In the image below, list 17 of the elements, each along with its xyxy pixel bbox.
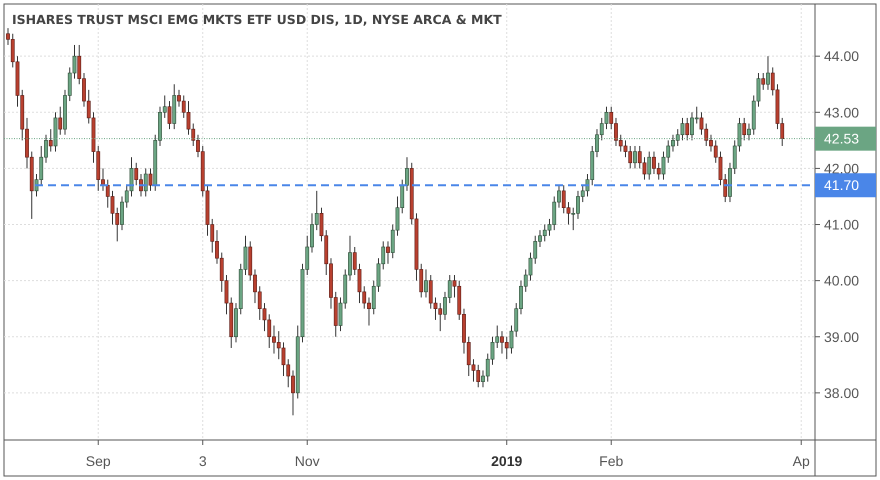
time-label: 3 bbox=[198, 452, 207, 471]
price-label: 41.00 bbox=[824, 216, 860, 233]
price-tag: 42.53 bbox=[815, 126, 876, 151]
time-label: Feb bbox=[599, 452, 624, 471]
price-tag: 41.70 bbox=[815, 173, 876, 198]
price-label: 43.00 bbox=[824, 104, 860, 120]
price-label: 38.00 bbox=[824, 384, 860, 401]
ref-line-label: 42.53 bbox=[824, 130, 860, 147]
price-label: 44.00 bbox=[824, 48, 860, 64]
price-label: 39.00 bbox=[824, 328, 860, 345]
time-label: Nov bbox=[294, 452, 320, 471]
time-label: Sep bbox=[86, 452, 111, 471]
time-label: Ap bbox=[792, 452, 810, 471]
ref-line-label: 41.70 bbox=[824, 177, 860, 194]
chart-title: ISHARES TRUST MSCI EMG MKTS ETF USD DIS, 1D, NYSE ARCA & MKT bbox=[12, 12, 502, 27]
time-label: 2019 bbox=[491, 452, 522, 471]
price-label: 40.00 bbox=[824, 272, 860, 289]
